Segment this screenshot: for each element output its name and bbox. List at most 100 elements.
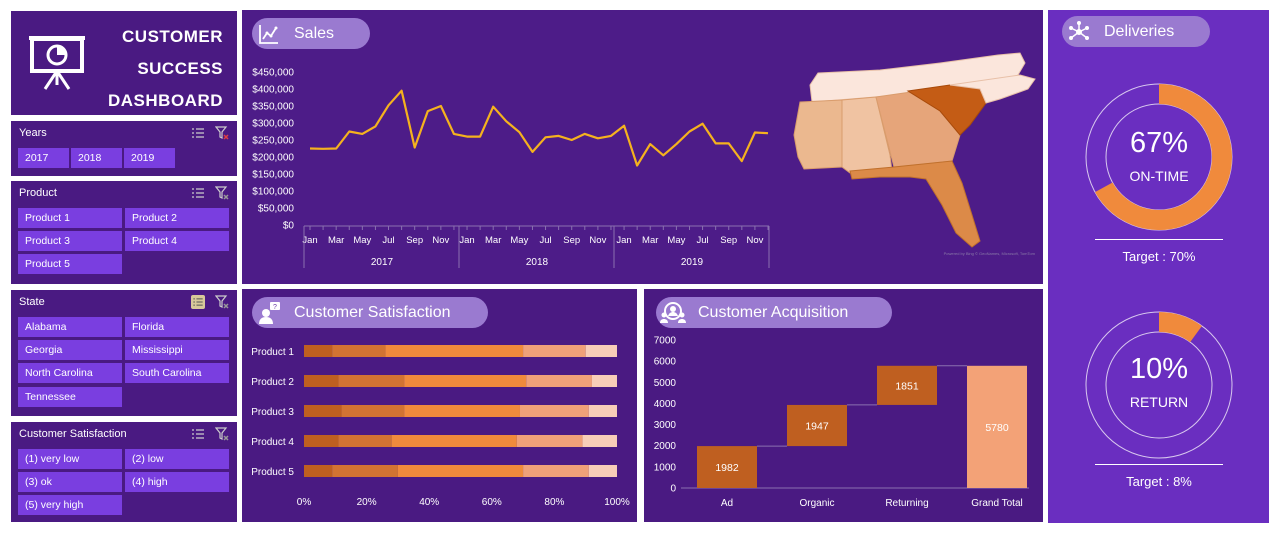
multi-select-icon[interactable] <box>191 186 205 200</box>
x-tick-label: Grand Total <box>971 498 1023 509</box>
clear-filter-icon[interactable] <box>215 427 229 441</box>
satisfaction-bar-segment <box>304 435 339 447</box>
slicer-item-2019[interactable]: 2019 <box>124 148 175 168</box>
return-arc <box>1159 312 1202 343</box>
slicer-item-product-2[interactable]: Product 2 <box>125 208 229 228</box>
x-tick-label: May <box>667 235 685 246</box>
slicer-item-high[interactable]: (4) high <box>125 472 229 492</box>
y-tick-label: $350,000 <box>252 102 294 113</box>
y-tick-label: 4000 <box>654 399 677 410</box>
slicer-item-low[interactable]: (2) low <box>125 449 229 469</box>
satisfaction-bar-segment <box>588 405 617 417</box>
y-tick-label: $50,000 <box>258 204 295 215</box>
y-tick-label: 1000 <box>654 462 677 473</box>
category-label: Product 4 <box>251 437 294 448</box>
y-tick-label: $150,000 <box>252 170 294 181</box>
x-tick-label: Nov <box>432 235 449 246</box>
slicer-item-mississippi[interactable]: Mississippi <box>125 340 229 360</box>
slicer-item-georgia[interactable]: Georgia <box>18 340 122 360</box>
map-florida <box>849 160 981 248</box>
satisfaction-bar-segment <box>404 375 527 387</box>
return-target: Target : 8% <box>1126 474 1192 489</box>
x-tick-label: Jan <box>459 235 474 246</box>
satisfaction-bar-segment <box>397 465 524 477</box>
satisfaction-bar-segment <box>338 435 392 447</box>
x-tick-label: 40% <box>419 497 439 508</box>
y-tick-label: $450,000 <box>252 68 294 79</box>
slicer-item-very-low[interactable]: (1) very low <box>18 449 122 469</box>
map-mississippi <box>793 99 843 170</box>
network-icon <box>1069 20 1089 40</box>
data-label: 1947 <box>805 421 829 433</box>
slicer-item-product-3[interactable]: Product 3 <box>18 231 122 251</box>
product-slicer: Product Product 1 Product 2 Product 3 Pr… <box>11 181 237 284</box>
x-tick-label: 80% <box>544 497 564 508</box>
return-label: RETURN <box>1129 394 1189 410</box>
y-tick-label: $0 <box>283 221 295 232</box>
category-label: Product 5 <box>251 467 294 478</box>
x-tick-label: Returning <box>885 498 928 509</box>
x-tick-label: 100% <box>604 497 630 508</box>
title-line-2: SUCCESS <box>137 59 223 78</box>
sales-line-chart: $450,000 $400,000 $350,000 $300,000 $250,000… <box>252 68 770 268</box>
slicer-item-product-1[interactable]: Product 1 <box>18 208 122 228</box>
satisfaction-bar-segment <box>304 465 333 477</box>
satisfaction-bar-segment <box>332 465 398 477</box>
clear-filter-icon[interactable] <box>215 295 229 309</box>
y-tick-label: $400,000 <box>252 85 294 96</box>
acquisition-waterfall-chart: 7000 6000 5000 4000 3000 2000 1000 0 1982 Ad 1947 O… <box>654 336 1029 509</box>
multi-select-icon[interactable] <box>191 427 205 441</box>
x-tick-label: Jul <box>539 235 551 246</box>
slicer-item-north-carolina[interactable]: North Carolina <box>18 363 122 383</box>
southeast-us-map: Powered by Bing © GeoNames, Microsoft, T… <box>793 52 1036 256</box>
satisfaction-bar-segment <box>516 435 583 447</box>
y-tick-label: 2000 <box>654 441 677 452</box>
satisfaction-bar-segment <box>304 375 339 387</box>
sales-panel: Sales $450,000 $400,000 $350,000 $300,000 $2… <box>242 10 1043 284</box>
slicer-item-alabama[interactable]: Alabama <box>18 317 122 337</box>
slicer-item-2018[interactable]: 2018 <box>71 148 122 168</box>
satisfaction-bar-segment <box>585 345 617 357</box>
y-tick-label: $100,000 <box>252 187 294 198</box>
satisfaction-bar-segment <box>332 345 386 357</box>
y-tick-label: $250,000 <box>252 136 294 147</box>
satisfaction-bar-segment <box>338 375 405 387</box>
slicer-item-ok[interactable]: (3) ok <box>18 472 122 492</box>
x-tick-label: Sep <box>720 235 737 246</box>
state-slicer: State Alabama Florida Georgia Mississipp… <box>11 290 237 416</box>
y-tick-label: 6000 <box>654 357 677 368</box>
x-tick-label: 20% <box>357 497 377 508</box>
satisfaction-bar-segment <box>304 345 333 357</box>
year-label: 2018 <box>526 257 549 268</box>
satisfaction-slicer: Customer Satisfaction (1) very low (2) l… <box>11 422 237 522</box>
slicer-title: Product <box>19 187 57 199</box>
clear-filter-icon[interactable] <box>215 186 229 200</box>
title-line-1: CUSTOMER <box>122 27 223 46</box>
x-tick-label: Nov <box>746 235 763 246</box>
y-tick-label: 3000 <box>654 420 677 431</box>
satisfaction-bar-segment <box>591 375 617 387</box>
x-tick-label: May <box>510 235 528 246</box>
multi-select-icon[interactable] <box>191 126 205 140</box>
satisfaction-bar-segment <box>523 345 586 357</box>
x-tick-label: Mar <box>642 235 658 246</box>
x-tick-label: Jan <box>302 235 317 246</box>
x-tick-label: Jan <box>616 235 631 246</box>
multi-select-icon[interactable] <box>191 295 205 309</box>
slicer-item-product-5[interactable]: Product 5 <box>18 254 122 274</box>
x-tick-label: 0% <box>297 497 312 508</box>
title-panel: CUSTOMER SUCCESS DASHBOARD <box>11 11 237 115</box>
slicer-item-very-high[interactable]: (5) very high <box>18 495 122 515</box>
satisfaction-bar-segment <box>588 465 617 477</box>
x-tick-label: Nov <box>589 235 606 246</box>
category-label: Product 1 <box>251 347 294 358</box>
acquisition-panel: Customer Acquisition 7000 6000 5000 4000 300… <box>644 289 1043 522</box>
slicer-item-tennessee[interactable]: Tennessee <box>18 387 122 407</box>
slicer-item-florida[interactable]: Florida <box>125 317 229 337</box>
x-tick-label: Sep <box>406 235 423 246</box>
slicer-item-south-carolina[interactable]: South Carolina <box>125 363 229 383</box>
clear-filter-icon[interactable] <box>215 126 229 140</box>
slicer-item-product-4[interactable]: Product 4 <box>125 231 229 251</box>
slicer-item-2017[interactable]: 2017 <box>18 148 69 168</box>
slicer-title: State <box>19 296 45 308</box>
